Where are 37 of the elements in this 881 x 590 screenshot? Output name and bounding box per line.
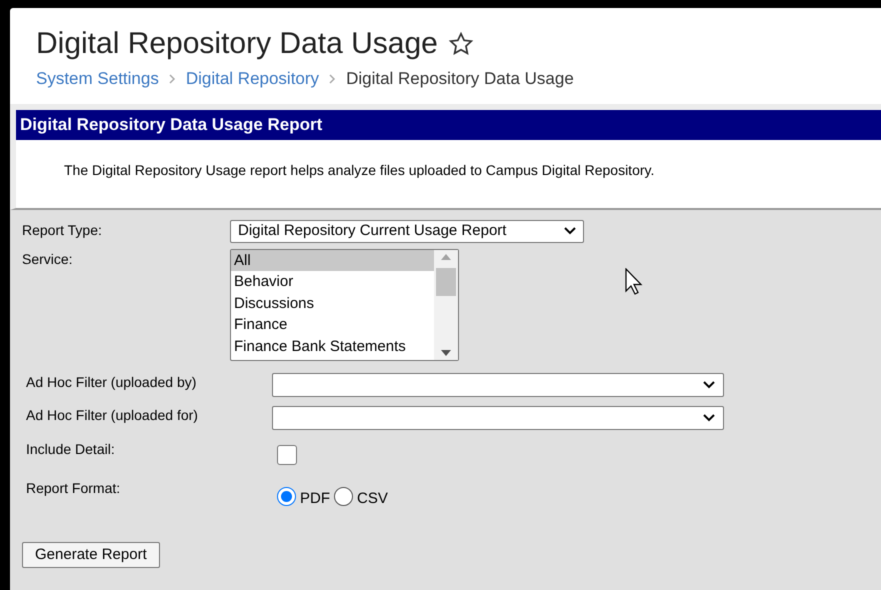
scroll-down-icon[interactable]: [441, 350, 451, 356]
generate-report-button[interactable]: Generate Report: [22, 542, 160, 568]
field-label: Service:: [22, 250, 74, 268]
chevron-down-icon: [703, 414, 715, 422]
radio-label[interactable]: CSV: [357, 488, 388, 510]
scrollbar[interactable]: [434, 250, 458, 360]
report-description: The Digital Repository Usage report helps analyze files uploaded to Campus Digital Repository.: [63, 160, 656, 180]
list-option[interactable]: Finance: [231, 314, 434, 336]
chevron-down-icon: [564, 227, 576, 235]
scroll-thumb[interactable]: [436, 268, 456, 296]
radio-button[interactable]: [334, 487, 353, 506]
field-label: Include Detail:: [26, 440, 116, 458]
radio-label[interactable]: PDF: [300, 488, 330, 510]
breadcrumb-link[interactable]: Digital Repository: [186, 66, 320, 92]
page-title: Digital Repository Data Usage: [36, 26, 438, 62]
field-label: Ad Hoc Filter (uploaded by): [26, 373, 198, 392]
field-label: Report Type:: [22, 220, 103, 240]
list-option[interactable]: Behavior: [231, 271, 434, 293]
chevron-down-icon: [703, 380, 715, 388]
list-option[interactable]: All: [231, 250, 434, 272]
filter-select[interactable]: [272, 372, 724, 396]
field-label: Report Format:: [26, 478, 122, 498]
report-type-select[interactable]: Digital Repository Current Usage Report: [230, 220, 584, 242]
report-header-bar: Digital Repository Data Usage Report: [16, 110, 881, 140]
include-detail-checkbox[interactable]: [277, 444, 297, 464]
chevron-right-icon: [329, 74, 336, 84]
breadcrumb-link[interactable]: System Settings: [36, 66, 159, 92]
list-option[interactable]: Discussions: [231, 292, 434, 314]
cursor-icon: [625, 268, 643, 296]
chevron-right-icon: [168, 74, 176, 84]
breadcrumb-current: Digital Repository Data Usage: [346, 68, 574, 90]
service-list[interactable]: All Behavior Discussions Finance Finance Bank Statements: [230, 248, 459, 360]
filter-select[interactable]: [272, 406, 724, 430]
list-option[interactable]: Finance Bank Statements: [231, 336, 434, 358]
radio-button[interactable]: [277, 487, 296, 506]
star-icon[interactable]: [448, 31, 474, 57]
field-label: Ad Hoc Filter (uploaded for): [26, 406, 199, 425]
